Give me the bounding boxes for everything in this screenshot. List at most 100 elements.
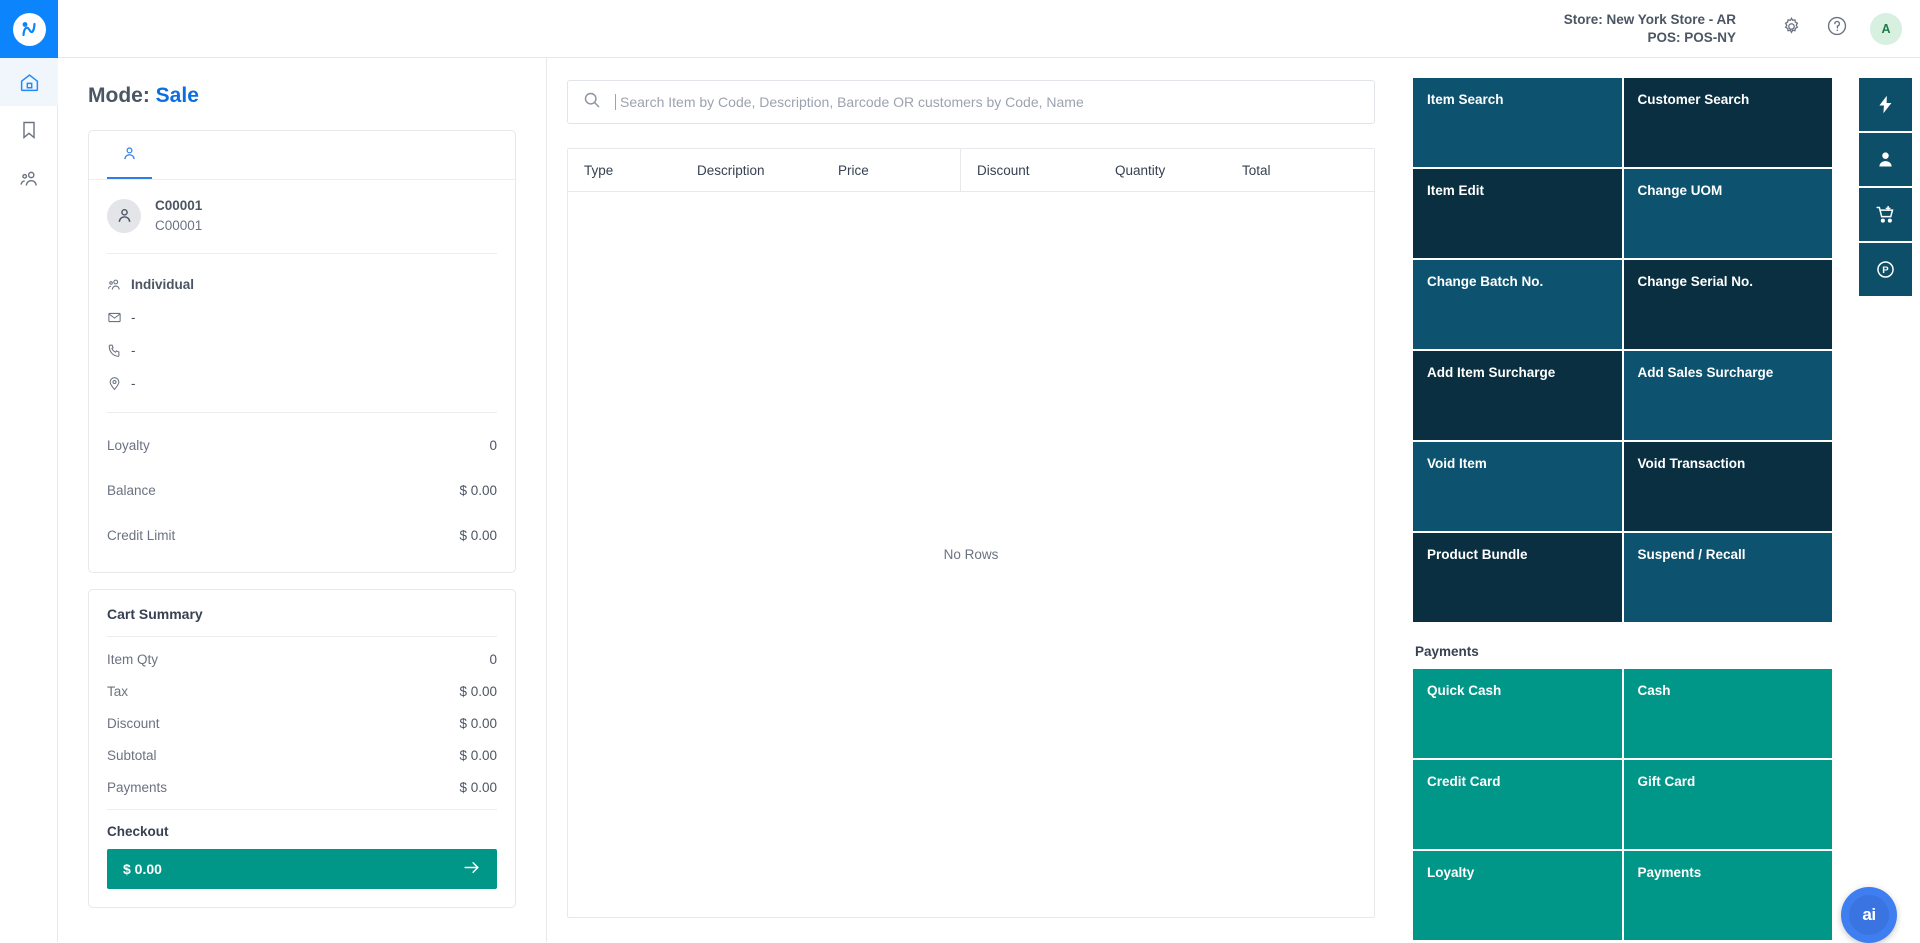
ai-assistant-button[interactable]: ai	[1841, 887, 1897, 943]
person-icon	[121, 145, 138, 167]
payments-title: Payments	[1413, 622, 1832, 669]
grid-header-row: Type Description Price Discount Quantity…	[568, 149, 1374, 192]
lightning-bolt-icon	[1875, 94, 1896, 115]
home-icon	[19, 72, 40, 93]
search-icon	[582, 90, 601, 114]
action-add-sales-surcharge[interactable]: Add Sales Surcharge	[1624, 351, 1833, 440]
quick-action-shortcuts[interactable]	[1859, 78, 1912, 131]
sidebar-item-bookmarks[interactable]	[0, 106, 58, 154]
cart-row: Payments $ 0.00	[107, 771, 497, 803]
parking-p-circle-icon: P	[1875, 259, 1896, 280]
payment-gift-card[interactable]: Gift Card	[1624, 760, 1833, 849]
store-name: Store: New York Store - AR	[1564, 11, 1736, 29]
app-header: Store: New York Store - AR POS: POS-NY A	[58, 0, 1920, 58]
payment-quick-cash[interactable]: Quick Cash	[1413, 669, 1622, 758]
gear-icon	[1781, 16, 1802, 42]
quick-action-add-to-cart[interactable]	[1859, 188, 1912, 241]
phone-icon	[107, 343, 131, 358]
action-change-uom[interactable]: Change UOM	[1624, 169, 1833, 258]
cart-summary-title: Cart Summary	[89, 590, 515, 636]
figure-value: 0	[489, 438, 497, 453]
mode-value: Sale	[156, 84, 199, 107]
cart-row-value: $ 0.00	[459, 684, 497, 699]
payment-button-grid: Quick Cash Cash Credit Card Gift Card Lo…	[1413, 669, 1832, 940]
action-customer-search[interactable]: Customer Search	[1624, 78, 1833, 167]
cart-row: Item Qty 0	[107, 643, 497, 675]
customer-card: C00001 C00001 Individual	[88, 130, 516, 573]
customer-panel: Mode: Sale C00001	[58, 58, 547, 942]
app-logo[interactable]	[0, 0, 58, 58]
figure-value: $ 0.00	[459, 483, 497, 498]
customer-email-row: -	[107, 301, 497, 334]
sidebar-item-customers[interactable]	[0, 154, 58, 202]
cart-row-value: $ 0.00	[459, 780, 497, 795]
figure-row: Balance $ 0.00	[107, 468, 497, 513]
column-header-type: Type	[568, 163, 681, 178]
question-circle-icon	[1826, 15, 1848, 42]
customer-type: Individual	[131, 277, 194, 292]
action-void-item[interactable]: Void Item	[1413, 442, 1622, 531]
settings-button[interactable]	[1774, 12, 1808, 46]
customer-figures: Loyalty 0 Balance $ 0.00 Credit Limit $ …	[89, 413, 515, 572]
page-title: Mode: Sale	[88, 84, 516, 108]
customer-identity: C00001 C00001	[89, 180, 515, 253]
column-header-total: Total	[1226, 163, 1356, 178]
location-pin-icon	[107, 376, 131, 391]
customer-tabs	[89, 131, 515, 180]
bookmark-icon	[19, 120, 39, 140]
cart-row-label: Payments	[107, 780, 167, 795]
checkout-button[interactable]: $ 0.00	[107, 849, 497, 889]
action-add-item-surcharge[interactable]: Add Item Surcharge	[1413, 351, 1622, 440]
payment-loyalty[interactable]: Loyalty	[1413, 851, 1622, 940]
figure-row: Loyalty 0	[107, 423, 497, 468]
action-item-edit[interactable]: Item Edit	[1413, 169, 1622, 258]
search-bar[interactable]	[567, 80, 1375, 124]
mail-icon	[107, 310, 131, 325]
action-change-batch-no[interactable]: Change Batch No.	[1413, 260, 1622, 349]
action-product-bundle[interactable]: Product Bundle	[1413, 533, 1622, 622]
sidebar-item-home[interactable]	[0, 58, 58, 106]
customer-address: -	[131, 376, 136, 391]
svg-text:P: P	[1882, 265, 1889, 276]
cart-summary-card: Cart Summary Item Qty 0 Tax $ 0.00 Disco…	[88, 589, 516, 908]
cart-row-label: Discount	[107, 716, 160, 731]
tab-customer[interactable]	[107, 131, 152, 179]
cart-row: Subtotal $ 0.00	[107, 739, 497, 771]
action-change-serial-no[interactable]: Change Serial No.	[1624, 260, 1833, 349]
customer-name: C00001	[155, 196, 202, 216]
cart-row-label: Tax	[107, 684, 128, 699]
grid-body: No Rows	[568, 192, 1374, 917]
cart-summary-rows: Item Qty 0 Tax $ 0.00 Discount $ 0.00 Su…	[89, 637, 515, 809]
figure-label: Loyalty	[107, 438, 150, 453]
help-button[interactable]	[1820, 12, 1854, 46]
action-panel: Item Search Customer Search Item Edit Ch…	[1395, 58, 1850, 942]
payment-payments[interactable]: Payments	[1624, 851, 1833, 940]
customer-type-row: Individual	[107, 268, 497, 301]
action-item-search[interactable]: Item Search	[1413, 78, 1622, 167]
cart-row-value: $ 0.00	[459, 748, 497, 763]
action-void-transaction[interactable]: Void Transaction	[1624, 442, 1833, 531]
column-header-discount: Discount	[960, 149, 1099, 192]
customer-phone-row: -	[107, 334, 497, 367]
column-header-quantity: Quantity	[1099, 163, 1226, 178]
people-icon	[19, 168, 40, 189]
checkout-total: $ 0.00	[123, 861, 162, 877]
search-input[interactable]	[615, 94, 1360, 110]
figure-value: $ 0.00	[459, 528, 497, 543]
customer-meta: Individual - -	[89, 254, 515, 412]
customer-phone: -	[131, 343, 136, 358]
quick-action-rail: P	[1850, 58, 1920, 942]
payment-credit-card[interactable]: Credit Card	[1413, 760, 1622, 849]
action-suspend-recall[interactable]: Suspend / Recall	[1624, 533, 1833, 622]
figure-label: Credit Limit	[107, 528, 175, 543]
cart-row-value: $ 0.00	[459, 716, 497, 731]
payment-cash[interactable]: Cash	[1624, 669, 1833, 758]
figure-label: Balance	[107, 483, 156, 498]
cart-plus-icon	[1875, 204, 1896, 225]
column-header-description: Description	[681, 163, 822, 178]
quick-action-park[interactable]: P	[1859, 243, 1912, 296]
checkout-label: Checkout	[89, 810, 515, 849]
user-avatar[interactable]: A	[1870, 13, 1902, 45]
transaction-area: Type Description Price Discount Quantity…	[547, 58, 1395, 942]
quick-action-customer[interactable]	[1859, 133, 1912, 186]
